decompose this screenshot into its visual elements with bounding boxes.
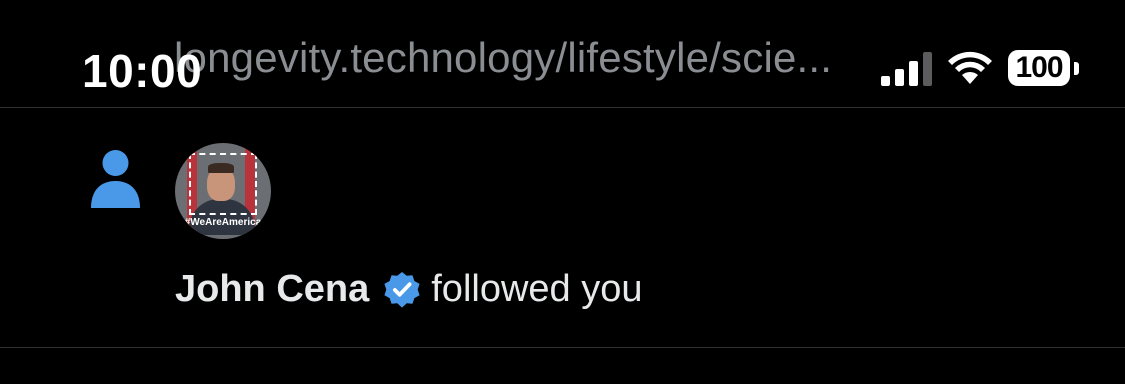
address-bar-url[interactable]: longevity.technology/lifestyle/scie... [174, 34, 832, 82]
person-icon [91, 150, 140, 208]
verified-badge-icon [384, 271, 420, 308]
status-bar: longevity.technology/lifestyle/scie... 1… [0, 0, 1125, 107]
avatar-caption: #WeAreAmerica [184, 217, 262, 228]
battery-level: 100 [1008, 50, 1070, 86]
status-time: 10:00 [82, 45, 203, 97]
battery-tip [1074, 62, 1079, 75]
user-name-link[interactable]: John Cena [175, 268, 369, 311]
avatar-frame [189, 153, 257, 215]
notification-action: followed you [431, 268, 643, 310]
battery-icon: 100 [1008, 50, 1080, 88]
status-bar-divider [0, 107, 1125, 108]
cellular-signal-icon [881, 52, 932, 86]
wifi-icon [948, 51, 992, 84]
notification-divider [0, 347, 1125, 348]
user-avatar[interactable]: #WeAreAmerica [175, 143, 271, 239]
notification-text: John Cena followed you [175, 268, 643, 311]
